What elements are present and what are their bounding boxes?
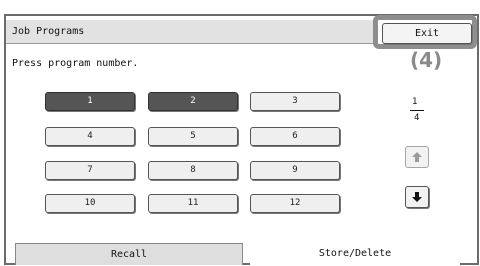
page-divider [410, 110, 424, 111]
program-button-8[interactable]: 8 [148, 161, 238, 180]
window-title: Job Programs [12, 26, 85, 37]
program-button-1[interactable]: 1 [45, 92, 135, 111]
tab-recall[interactable]: Recall [15, 243, 243, 265]
page-total: 4 [414, 113, 420, 123]
program-button-12[interactable]: 12 [250, 194, 340, 213]
tab-store-delete[interactable]: Store/Delete [250, 243, 460, 265]
program-button-3[interactable]: 3 [250, 92, 340, 111]
program-button-5[interactable]: 5 [148, 127, 238, 146]
program-button-2[interactable]: 2 [148, 92, 238, 111]
callout-label: (4) [410, 48, 443, 72]
arrow-up-icon [412, 152, 422, 162]
program-button-4[interactable]: 4 [45, 127, 135, 146]
program-button-9[interactable]: 9 [250, 161, 340, 180]
page-down-button[interactable] [405, 186, 429, 208]
instruction-text: Press program number. [12, 58, 139, 69]
program-button-10[interactable]: 10 [45, 194, 135, 213]
program-button-6[interactable]: 6 [250, 127, 340, 146]
arrow-down-icon [412, 192, 422, 202]
program-button-11[interactable]: 11 [148, 194, 238, 213]
exit-button[interactable]: Exit [382, 23, 472, 44]
program-button-7[interactable]: 7 [45, 161, 135, 180]
page-current: 1 [412, 97, 418, 107]
page-up-button[interactable] [405, 146, 429, 168]
